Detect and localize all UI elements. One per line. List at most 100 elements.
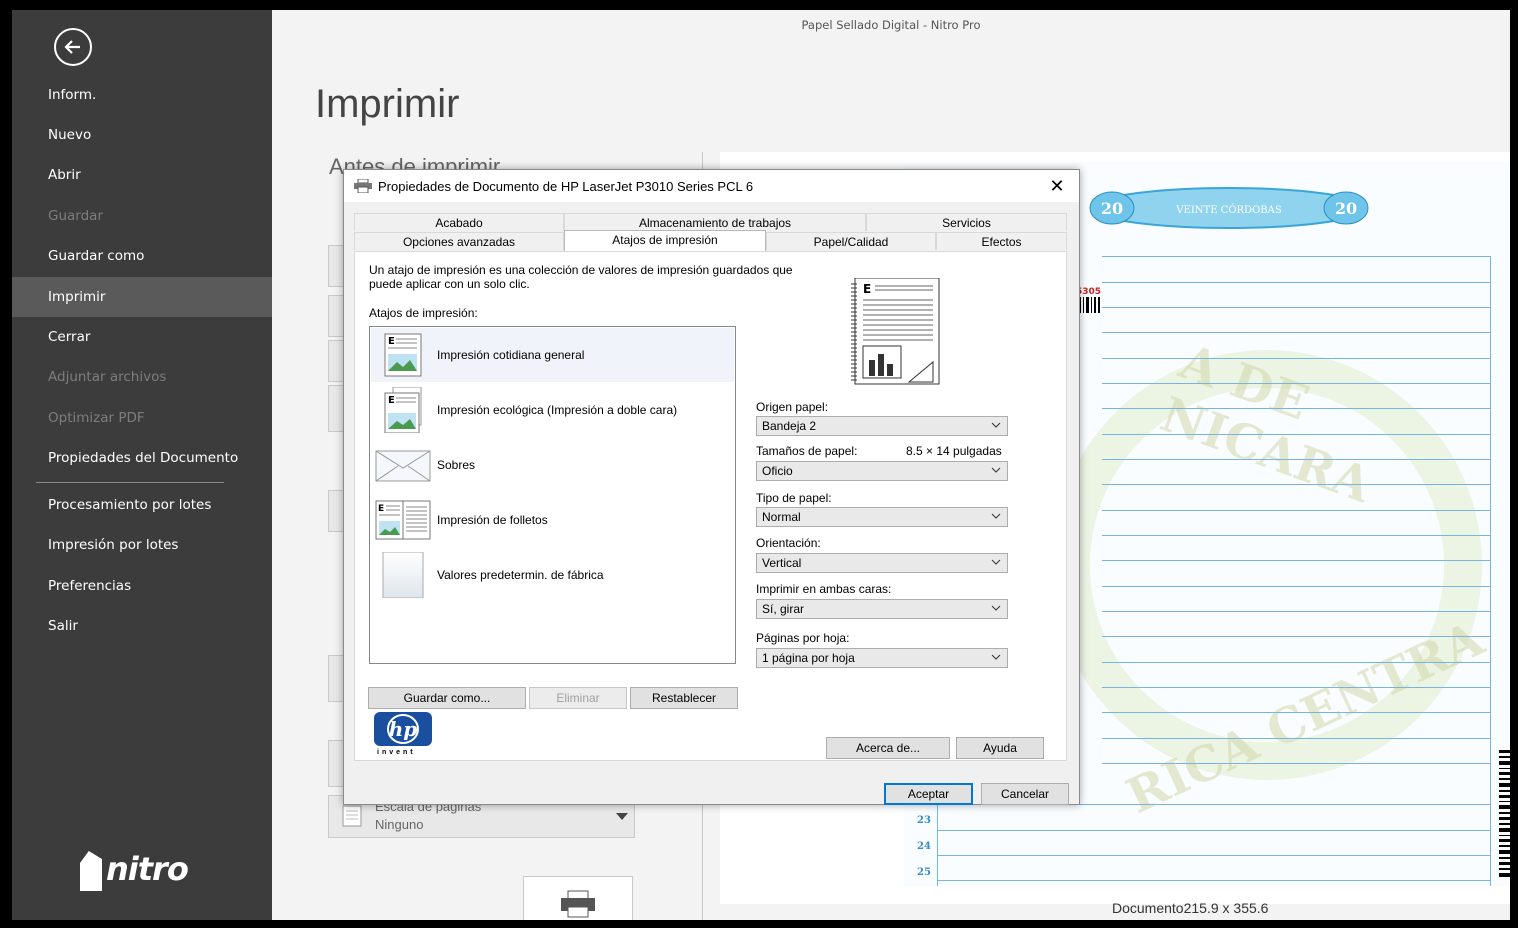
tab-atajos[interactable]: Atajos de impresión	[564, 230, 766, 251]
paper-source-select[interactable]: Bandeja 2	[756, 416, 1008, 436]
save-as-button[interactable]: Guardar como...	[368, 687, 526, 709]
list-item[interactable]: E Impresión cotidiana general	[371, 328, 734, 382]
menu-item-inform[interactable]: Inform.	[12, 75, 272, 115]
ruled-line	[1102, 510, 1490, 511]
ruled-line	[937, 880, 1490, 881]
page-preview-icon: E	[851, 278, 940, 385]
menu-item-salir[interactable]: Salir	[12, 606, 272, 646]
svg-text:E: E	[388, 336, 395, 347]
help-button[interactable]: Ayuda	[956, 737, 1044, 759]
ruled-line	[1102, 256, 1490, 257]
menu-item-guardar-como[interactable]: Guardar como	[12, 236, 272, 276]
pages-per-sheet-select[interactable]: 1 página por hoja	[756, 648, 1008, 668]
ruled-line	[1102, 687, 1490, 688]
page-title: Imprimir	[315, 82, 460, 126]
cancel-button[interactable]: Cancelar	[981, 783, 1069, 805]
ruled-line	[1102, 434, 1490, 435]
chevron-down-icon	[616, 813, 628, 820]
chevron-down-icon	[991, 422, 1001, 428]
shortcuts-list: E Impresión cotidiana general E Impresió…	[369, 326, 736, 664]
page-scale-value: Ninguno	[375, 817, 424, 832]
printer-icon	[354, 179, 372, 193]
delete-button[interactable]: Eliminar	[529, 687, 627, 709]
line-number: 25	[917, 867, 931, 878]
ruled-line	[1102, 408, 1490, 409]
ruled-line	[937, 855, 1490, 856]
ruled-line	[1102, 332, 1490, 333]
orientation-select[interactable]: Vertical	[756, 553, 1008, 573]
menu-item-imprimir[interactable]: Imprimir	[12, 277, 272, 317]
menu-item-adjuntar: Adjuntar archivos	[48, 369, 167, 385]
ok-button[interactable]: Aceptar	[884, 783, 973, 805]
list-item[interactable]: E Impresión de folletos	[371, 493, 734, 547]
tab-opciones-avanzadas[interactable]: Opciones avanzadas	[354, 232, 564, 250]
menu-item-preferencias[interactable]: Preferencias	[12, 566, 272, 606]
paper-source-label: Origen papel:	[756, 400, 829, 414]
paper-type-select[interactable]: Normal	[756, 507, 1008, 527]
pages-per-sheet-label: Páginas por hoja:	[756, 631, 850, 645]
menu-separator	[36, 482, 224, 483]
margin-line	[1490, 256, 1491, 886]
close-icon[interactable]: ✕	[1043, 174, 1071, 198]
paper-size-select[interactable]: Oficio	[756, 461, 1008, 481]
svg-text:E: E	[863, 282, 871, 296]
svg-text:E: E	[388, 395, 395, 406]
paper-size-label: Tamaños de papel:	[756, 444, 858, 458]
stamp-text: VEINTE CÓRDOBAS	[1175, 204, 1282, 216]
ruled-line	[937, 830, 1490, 831]
ruled-line	[1102, 712, 1490, 713]
list-item-label: Sobres	[437, 458, 476, 472]
nitro-logo: nitro	[80, 850, 189, 891]
ruled-line	[1102, 560, 1490, 561]
dialog-title: Propiedades de Documento de HP LaserJet …	[378, 179, 754, 194]
tab-efectos[interactable]: Efectos	[936, 232, 1067, 250]
menu-item-cerrar[interactable]: Cerrar	[12, 317, 272, 357]
about-button[interactable]: Acerca de...	[826, 737, 950, 759]
menu-item-impresion-lotes[interactable]: Impresión por lotes	[12, 525, 272, 565]
list-item-label: Impresión cotidiana general	[437, 348, 585, 362]
list-item[interactable]: Sobres	[371, 438, 734, 492]
chevron-down-icon	[991, 467, 1001, 473]
barcode-small	[1079, 297, 1100, 313]
list-item-label: Impresión de folletos	[437, 513, 548, 527]
tab-papel-calidad[interactable]: Papel/Calidad	[766, 232, 936, 250]
barcode-vertical	[1499, 750, 1510, 877]
ruled-line	[1102, 763, 1490, 764]
stamp-value-right: 20	[1335, 199, 1357, 218]
back-arrow-icon[interactable]	[54, 28, 92, 66]
document-image-icon: E	[384, 333, 422, 377]
backstage-sidebar: Inform. Nuevo Abrir Guardar Guardar como…	[12, 10, 272, 920]
ruled-line	[1102, 636, 1490, 637]
ruled-line	[1102, 459, 1490, 460]
printer-properties-dialog: Propiedades de Documento de HP LaserJet …	[343, 169, 1080, 805]
list-item[interactable]: Valores predetermin. de fábrica	[371, 548, 734, 602]
shortcuts-label: Atajos de impresión:	[369, 306, 478, 320]
list-item[interactable]: E Impresión ecológica (Impresión a doble…	[371, 383, 734, 437]
menu-item-optimizar: Optimizar PDF	[48, 410, 145, 426]
tab-servicios[interactable]: Servicios	[866, 213, 1067, 231]
menu-item-abrir[interactable]: Abrir	[12, 155, 272, 195]
svg-text:E: E	[378, 504, 384, 514]
page-icon	[342, 805, 362, 827]
chevron-down-icon	[991, 654, 1001, 660]
ruled-line	[1102, 307, 1490, 308]
duplex-label: Imprimir en ambas caras:	[756, 582, 892, 596]
orientation-label: Orientación:	[756, 536, 821, 550]
menu-item-guardar: Guardar	[48, 208, 103, 224]
chevron-down-icon	[991, 605, 1001, 611]
tab-acabado[interactable]: Acabado	[354, 213, 564, 231]
tab-almacenamiento[interactable]: Almacenamiento de trabajos	[564, 213, 866, 231]
menu-item-nuevo[interactable]: Nuevo	[12, 115, 272, 155]
paper-size-dimension: 8.5 × 14 pulgadas	[906, 444, 1002, 458]
ruled-line	[1102, 383, 1490, 384]
duplex-select[interactable]: Sí, girar	[756, 599, 1008, 619]
ruled-line	[1102, 586, 1490, 587]
print-button[interactable]	[523, 876, 633, 920]
reset-button[interactable]: Restablecer	[630, 687, 738, 709]
menu-item-propiedades[interactable]: Propiedades del Documento	[12, 438, 272, 478]
hp-logo: hp	[374, 712, 432, 746]
menu-item-procesamiento[interactable]: Procesamiento por lotes	[12, 485, 272, 525]
stamp-value-left: 20	[1101, 199, 1123, 218]
line-number: 24	[917, 841, 931, 852]
dialog-titlebar[interactable]: Propiedades de Documento de HP LaserJet …	[344, 170, 1079, 202]
